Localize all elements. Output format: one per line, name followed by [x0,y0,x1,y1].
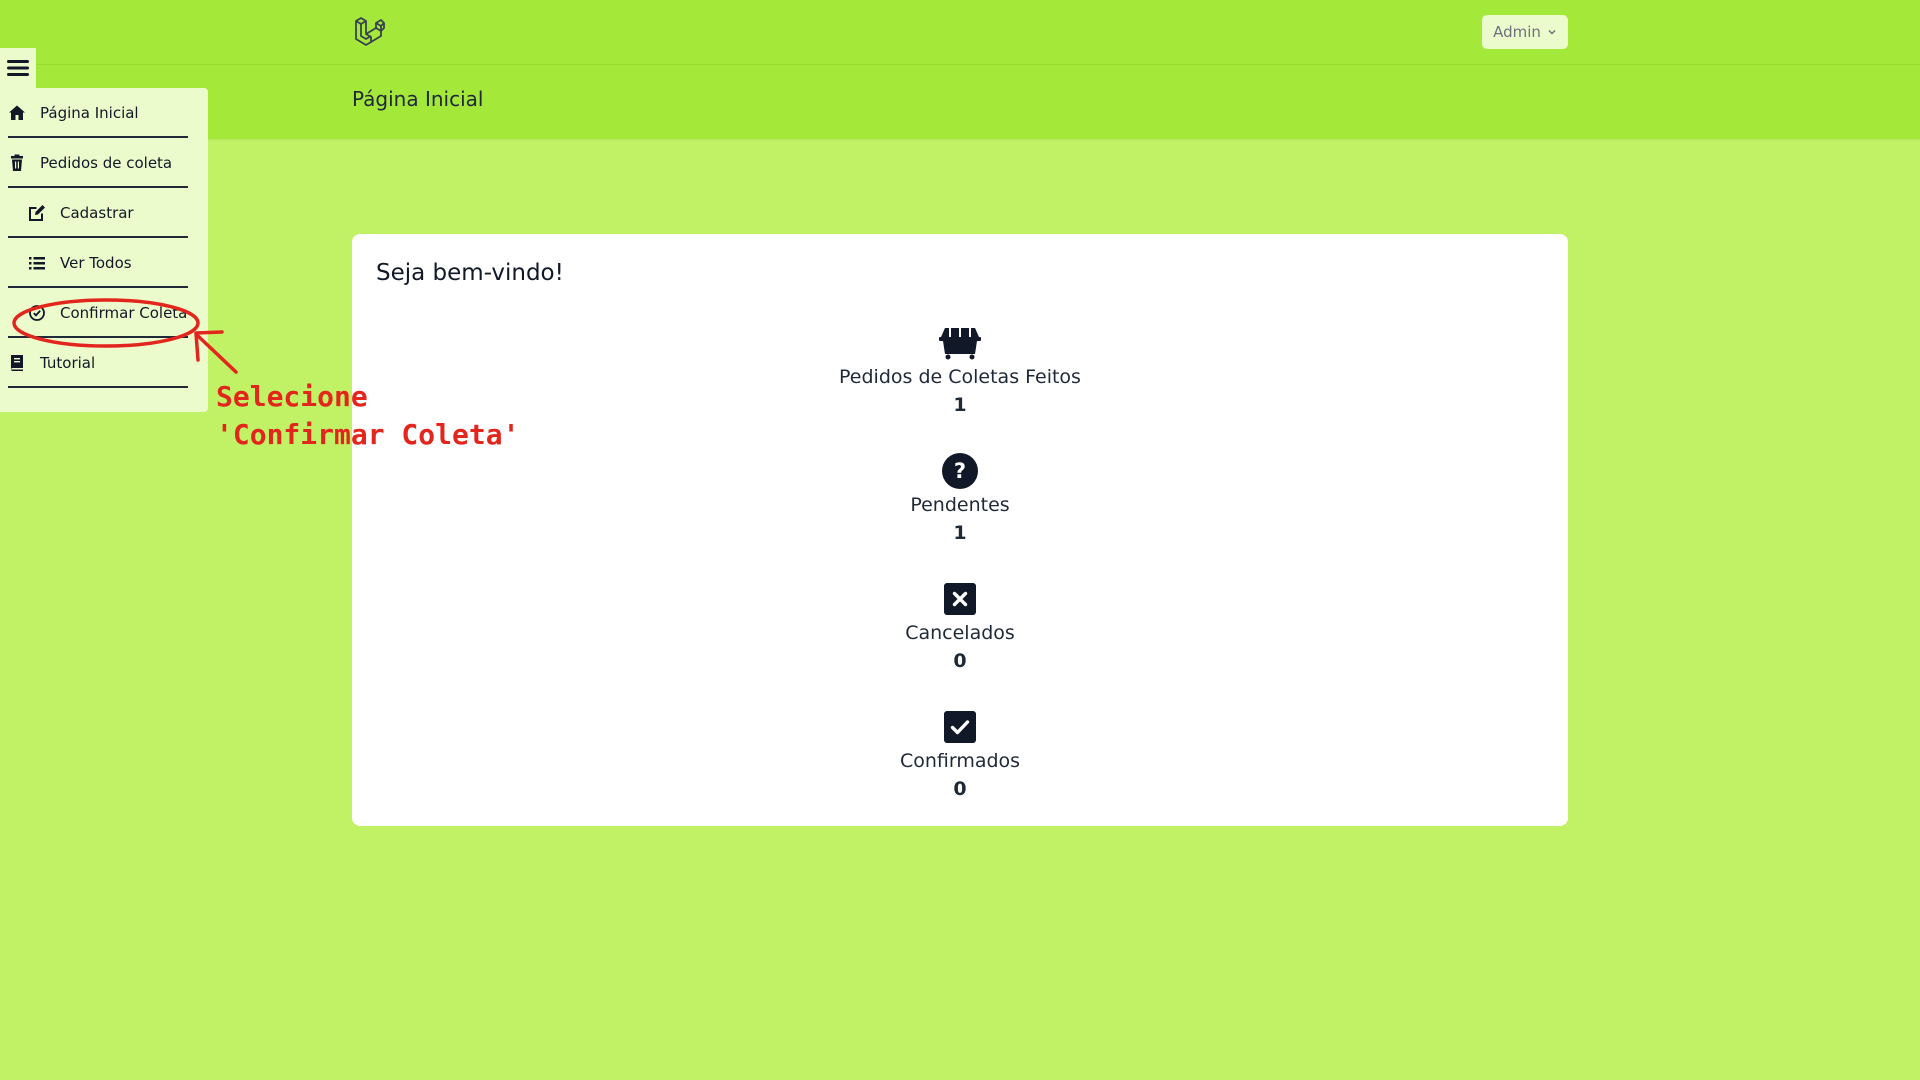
stat-pendentes: ? Pendentes 1 [352,452,1568,544]
check-circle-icon [29,305,45,321]
sidebar-menu: Página Inicial Pedidos de coleta Cadastr… [0,88,208,412]
svg-text:?: ? [954,459,966,483]
welcome-heading: Seja bem-vindo! [376,260,564,286]
book-icon [11,355,23,371]
dashboard-card: Seja bem-vindo! Pedidos de Coletas Feito… [352,234,1568,826]
sidebar-item-label: Ver Todos [60,254,132,272]
stat-label: Pedidos de Coletas Feitos [839,366,1081,388]
stat-value: 1 [953,522,967,544]
sidebar-toggle-button[interactable] [0,48,36,88]
home-icon [9,105,25,120]
page-title: Página Inicial [352,87,484,111]
sidebar-item-label: Página Inicial [40,104,139,122]
sidebar-item-pedidos-de-coleta[interactable]: Pedidos de coleta [8,140,188,188]
stat-label: Confirmados [899,750,1021,772]
trash-icon [11,154,23,171]
hamburger-menu-icon [7,60,29,76]
sidebar-item-label: Pedidos de coleta [40,154,173,172]
chevron-down-icon [1548,29,1556,35]
stat-value: 0 [953,778,967,800]
stat-value: 1 [953,394,967,416]
stat-value: 0 [953,650,967,672]
check-square-icon [939,708,981,746]
stat-confirmados: Confirmados 0 [352,708,1568,800]
sidebar-item-label: Confirmar Coleta [60,304,188,322]
annotation-text: Selecione 'Confirmar Coleta' [216,380,520,451]
edit-icon [29,205,45,221]
laravel-logo-icon[interactable] [354,16,386,48]
list-icon [29,257,45,270]
x-square-icon [939,580,981,618]
sidebar-item-cadastrar[interactable]: Cadastrar [8,190,188,238]
dumpster-icon [939,324,981,362]
sidebar-item-pagina-inicial[interactable]: Página Inicial [8,90,188,138]
sidebar-item-confirmar-coleta[interactable]: Confirmar Coleta [8,290,188,338]
sidebar-item-label: Tutorial [40,354,96,372]
user-menu-label: Admin [1493,23,1541,41]
sidebar-item-label: Cadastrar [60,204,134,222]
stat-pedidos-feitos: Pedidos de Coletas Feitos 1 [352,324,1568,416]
stat-label: Cancelados [905,622,1015,644]
user-menu-button[interactable]: Admin [1482,15,1568,49]
sidebar-item-ver-todos[interactable]: Ver Todos [8,240,188,288]
stat-label: Pendentes [910,494,1010,516]
sidebar-item-tutorial[interactable]: Tutorial [8,340,188,388]
question-circle-icon: ? [939,452,981,490]
page-header: Página Inicial [0,65,1920,139]
stat-cancelados: Cancelados 0 [352,580,1568,672]
top-navbar: Admin [0,0,1920,65]
